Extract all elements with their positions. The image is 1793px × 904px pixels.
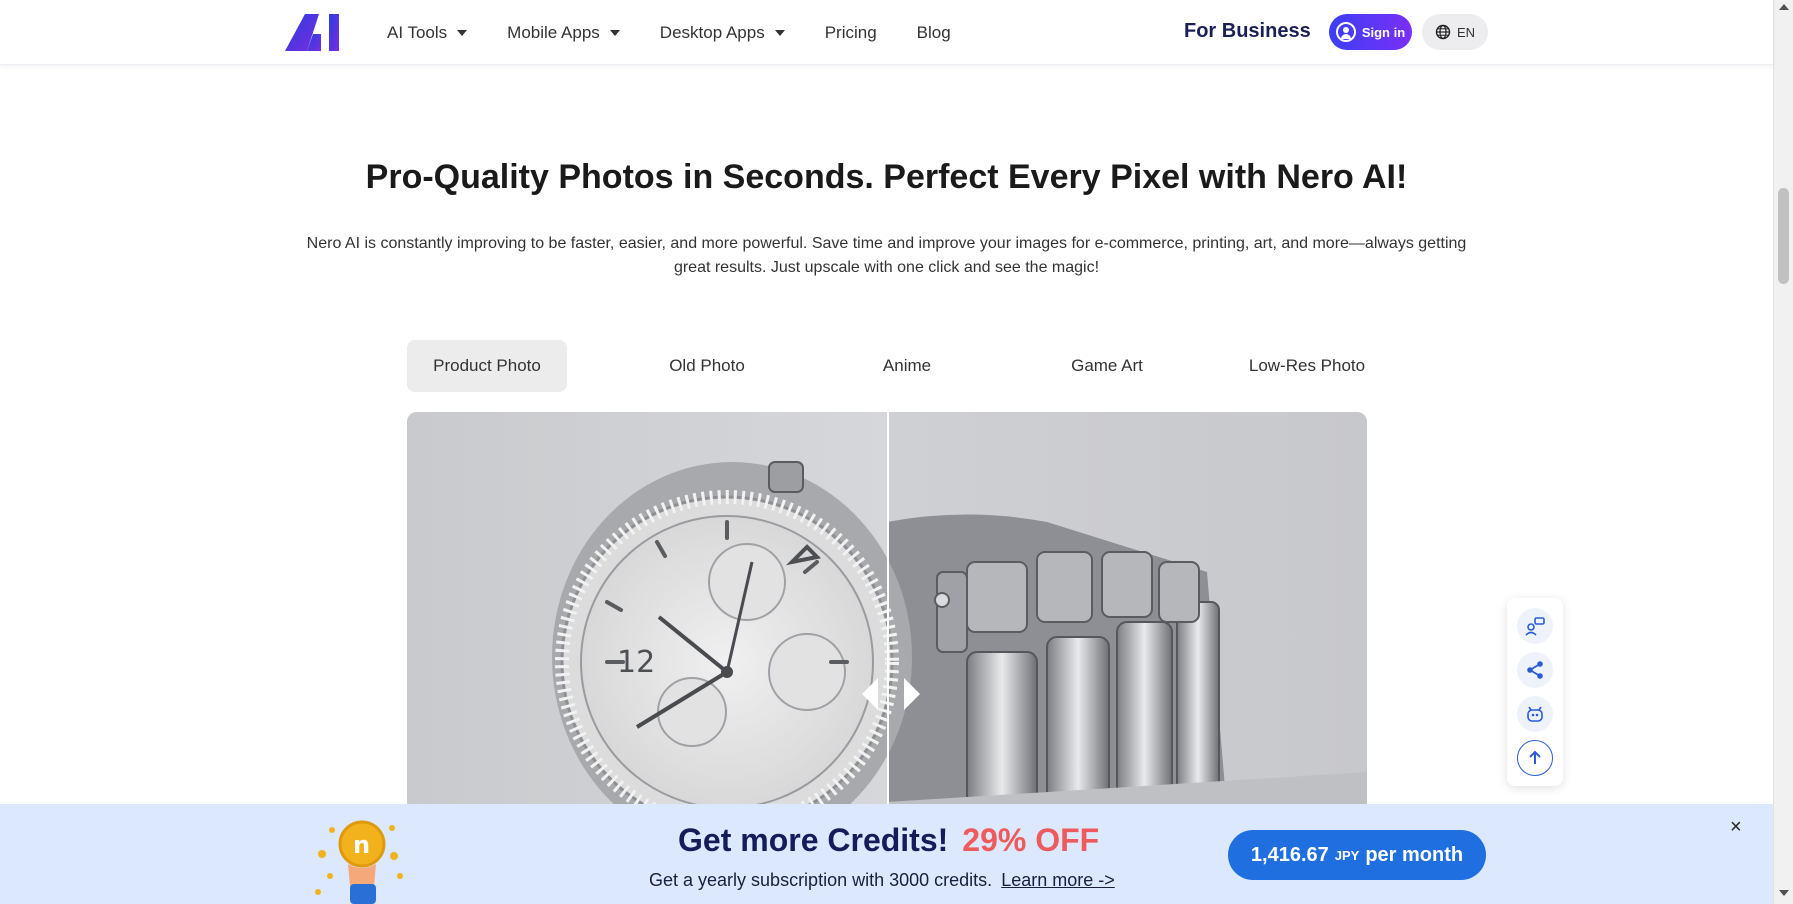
sample-tabs: Product Photo Old Photo Anime Game Art L… xyxy=(407,340,1407,392)
nav-ai-tools[interactable]: AI Tools xyxy=(387,22,468,43)
svg-text:12: 12 xyxy=(617,645,655,680)
page-scrollbar[interactable] xyxy=(1773,0,1793,904)
tab-anime[interactable]: Anime xyxy=(807,340,1007,392)
learn-more-link[interactable]: Learn more -> xyxy=(1001,870,1115,890)
comparison-divider[interactable] xyxy=(887,412,889,812)
globe-icon xyxy=(1435,24,1451,40)
ai-assistant-button[interactable] xyxy=(1517,696,1553,732)
user-icon xyxy=(1335,22,1356,42)
back-to-top-button[interactable] xyxy=(1517,740,1553,776)
slider-left-arrow-icon[interactable] xyxy=(862,678,878,710)
coin-hand-icon: n xyxy=(315,820,403,904)
sign-in-label: Sign in xyxy=(1361,24,1406,40)
price-value: 1,416.67 xyxy=(1250,843,1329,866)
tab-game-art[interactable]: Game Art xyxy=(1007,340,1207,392)
chevron-down-icon xyxy=(774,29,785,36)
chevron-down-icon xyxy=(609,29,620,36)
subscribe-price-button[interactable]: 1,416.67 JPY per month xyxy=(1228,830,1486,880)
sign-in-button[interactable]: Sign in xyxy=(1329,14,1412,50)
feedback-button[interactable] xyxy=(1517,608,1553,644)
price-currency: JPY xyxy=(1334,847,1360,863)
tab-old-photo[interactable]: Old Photo xyxy=(607,340,807,392)
nav-pricing[interactable]: Pricing xyxy=(825,23,877,43)
close-icon[interactable]: × xyxy=(1730,816,1742,839)
promo-subtitle-text: Get a yearly subscription with 3000 cred… xyxy=(649,870,993,890)
chevron-down-icon xyxy=(457,29,468,36)
nav-desktop-apps[interactable]: Desktop Apps xyxy=(660,23,785,43)
before-after-comparison[interactable]: 12 xyxy=(407,412,1367,812)
hero-title: Pro-Quality Photos in Seconds. Perfect E… xyxy=(365,158,1408,196)
promo-subtitle: Get a yearly subscription with 3000 cred… xyxy=(649,870,1115,891)
arrow-up-icon xyxy=(1529,750,1541,764)
scroll-down-arrow-icon[interactable] xyxy=(1779,890,1789,896)
nav-mobile-apps[interactable]: Mobile Apps xyxy=(507,23,620,43)
nav-ai-tools-label: AI Tools xyxy=(387,22,448,42)
for-business-link[interactable]: For Business xyxy=(1184,20,1311,43)
feedback-icon xyxy=(1525,617,1545,636)
promo-title: Get more Credits! 29% OFF xyxy=(678,822,1099,859)
main-nav: AI Tools Mobile Apps Desktop Apps Pricin… xyxy=(387,0,951,65)
tab-low-res-photo[interactable]: Low-Res Photo xyxy=(1207,340,1407,392)
scrollbar-thumb[interactable] xyxy=(1778,188,1789,284)
nav-blog-label: Blog xyxy=(916,22,951,42)
page: AI Tools Mobile Apps Desktop Apps Pricin… xyxy=(0,0,1773,904)
nav-desktop-apps-label: Desktop Apps xyxy=(659,22,765,42)
hero-description: Nero AI is constantly improving to be fa… xyxy=(306,235,1467,276)
price-period: per month xyxy=(1365,843,1464,866)
svg-text:n: n xyxy=(353,831,370,859)
slider-right-arrow-icon[interactable] xyxy=(904,678,920,710)
promo-discount: 29% OFF xyxy=(962,822,1100,858)
tab-product-photo[interactable]: Product Photo xyxy=(407,340,567,392)
floating-toolbar xyxy=(1507,598,1563,786)
nav-pricing-label: Pricing xyxy=(824,22,877,42)
nav-mobile-apps-label: Mobile Apps xyxy=(507,22,600,42)
scroll-up-arrow-icon[interactable] xyxy=(1779,4,1789,10)
top-navbar: AI Tools Mobile Apps Desktop Apps Pricin… xyxy=(0,0,1773,65)
share-icon xyxy=(1527,661,1543,679)
language-label: EN xyxy=(1456,24,1476,40)
share-button[interactable] xyxy=(1517,652,1553,688)
promo-banner: n Get more Credits! 29% OFF Get a yearly … xyxy=(0,804,1773,904)
robot-icon xyxy=(1527,706,1543,722)
language-selector[interactable]: EN xyxy=(1422,14,1488,50)
promo-title-text: Get more Credits! xyxy=(678,822,949,858)
nav-blog[interactable]: Blog xyxy=(917,23,951,43)
logo[interactable] xyxy=(285,14,343,51)
